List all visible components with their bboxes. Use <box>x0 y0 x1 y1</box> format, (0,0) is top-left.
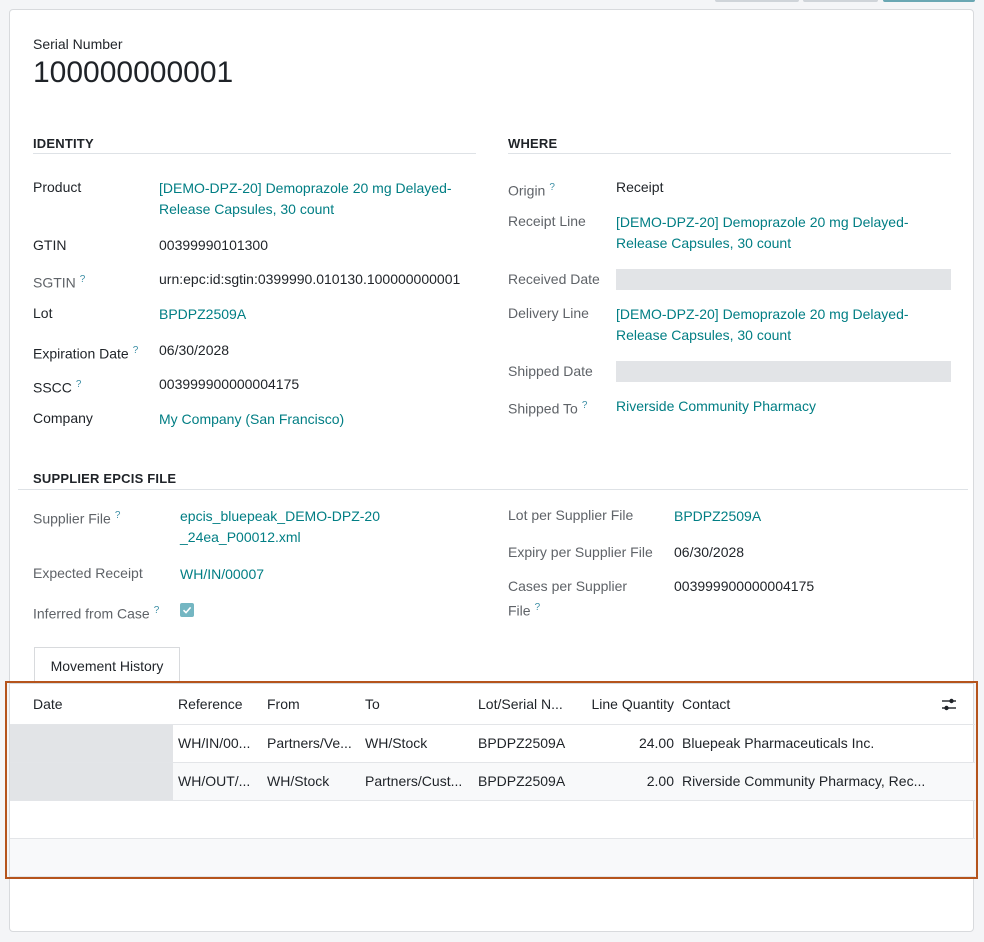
question-mark-icon[interactable]: ? <box>582 400 588 411</box>
product-label: Product <box>33 179 82 195</box>
supplier-file-label-text: Supplier File <box>33 510 111 527</box>
column-header-reference[interactable]: Reference <box>178 684 260 721</box>
sscc-label: SSCC? <box>33 374 81 399</box>
expiration-value: 06/30/2028 <box>159 342 230 358</box>
question-mark-icon[interactable]: ? <box>76 379 82 390</box>
question-mark-icon[interactable]: ? <box>133 345 139 356</box>
shipped-to-value[interactable]: Riverside Community Pharmacy <box>616 396 816 417</box>
row-to: WH/Stock <box>365 735 428 751</box>
record-title[interactable]: 100000000001 <box>33 54 233 92</box>
table-header-row: Date Reference From To Lot/Serial N... L… <box>10 684 975 725</box>
supplier-file-label: Supplier File? <box>33 505 120 530</box>
cases-per-file-value: 003999900000004175 <box>674 578 815 594</box>
record-label: Serial Number <box>33 36 123 52</box>
received-date-label: Received Date <box>508 271 600 287</box>
row-contact: Riverside Community Pharmacy, Rec... <box>682 773 926 789</box>
expiration-label: Expiration Date? <box>33 340 138 365</box>
table-row[interactable]: WH/IN/00... Partners/Ve... WH/Stock BPDP… <box>10 725 975 763</box>
question-mark-icon[interactable]: ? <box>549 182 555 193</box>
sgtin-label-text: SGTIN <box>33 274 76 291</box>
expiration-label-text: Expiration Date <box>33 345 129 362</box>
shipped-to-label: Shipped To? <box>508 395 587 420</box>
question-mark-icon[interactable]: ? <box>115 510 121 521</box>
table-row[interactable]: WH/OUT/... WH/Stock Partners/Cust... BPD… <box>10 763 975 801</box>
form-sheet: Serial Number 100000000001 IDENTITY Prod… <box>9 9 975 932</box>
inferred-label-text: Inferred from Case <box>33 605 150 622</box>
row-lot: BPDPZ2509A <box>478 773 566 789</box>
gtin-value: 00399990101300 <box>159 237 269 253</box>
origin-label-text: Origin <box>508 182 546 199</box>
row-from: WH/Stock <box>267 773 330 789</box>
toolbar-button-b[interactable] <box>803 0 878 2</box>
sgtin-label: SGTIN? <box>33 269 85 294</box>
row-reference: WH/OUT/... <box>178 773 251 789</box>
sliders-icon[interactable] <box>942 698 956 714</box>
question-mark-icon[interactable]: ? <box>154 605 160 616</box>
lot-per-file-value[interactable]: BPDPZ2509A <box>674 506 761 527</box>
expiry-per-file-value: 06/30/2028 <box>674 544 745 560</box>
shipped-to-label-text: Shipped To <box>508 400 578 417</box>
gtin-label: GTIN <box>33 237 67 253</box>
product-value[interactable]: [DEMO-DPZ-20] Demoprazole 20 mg Delayed-… <box>159 178 469 220</box>
sscc-value: 003999900000004175 <box>159 376 300 392</box>
origin-value: Receipt <box>616 179 664 195</box>
row-quantity: 2.00 <box>646 773 674 789</box>
origin-label: Origin? <box>508 177 555 202</box>
cases-per-file-label-text: Cases per Supplier File <box>508 578 628 619</box>
where-section-title: WHERE <box>508 136 558 151</box>
where-divider <box>508 153 951 154</box>
column-header-lot[interactable]: Lot/Serial N... <box>478 684 574 721</box>
column-header-from[interactable]: From <box>267 684 357 721</box>
question-mark-icon[interactable]: ? <box>535 602 541 613</box>
delivery-line-value[interactable]: [DEMO-DPZ-20] Demoprazole 20 mg Delayed-… <box>616 304 936 346</box>
received-date-field[interactable] <box>616 269 951 290</box>
tab-movement-history[interactable]: Movement History <box>34 647 180 684</box>
row-contact: Bluepeak Pharmaceuticals Inc. <box>682 735 875 751</box>
identity-section-title: IDENTITY <box>33 136 94 151</box>
expiry-per-file-label: Expiry per Supplier File <box>508 544 653 560</box>
column-header-to[interactable]: To <box>365 684 465 721</box>
question-mark-icon[interactable]: ? <box>80 274 86 285</box>
sgtin-value: urn:epc:id:sgtin:0399990.010130.10000000… <box>159 271 461 287</box>
receipt-line-value[interactable]: [DEMO-DPZ-20] Demoprazole 20 mg Delayed-… <box>616 212 936 254</box>
row-quantity: 24.00 <box>638 735 674 751</box>
supplier-section-title: SUPPLIER EPCIS FILE <box>33 471 177 486</box>
toolbar-button-a[interactable] <box>715 0 799 2</box>
sscc-label-text: SSCC <box>33 379 72 396</box>
lot-value[interactable]: BPDPZ2509A <box>159 304 246 325</box>
row-from: Partners/Ve... <box>267 735 352 751</box>
supplier-file-value[interactable]: epcis_bluepeak_DEMO-DPZ-20_24ea_P00012.x… <box>180 506 385 548</box>
company-label: Company <box>33 410 93 426</box>
inferred-label: Inferred from Case? <box>33 600 159 625</box>
inferred-checkbox[interactable] <box>180 603 194 617</box>
cases-per-file-label: Cases per Supplier File? <box>508 576 648 622</box>
row-date-empty[interactable] <box>10 725 173 762</box>
expected-receipt-value[interactable]: WH/IN/00007 <box>180 564 264 585</box>
shipped-date-field[interactable] <box>616 361 951 382</box>
row-reference: WH/IN/00... <box>178 735 251 751</box>
shipped-date-label: Shipped Date <box>508 363 593 379</box>
toolbar-button-primary[interactable] <box>883 0 975 2</box>
lot-per-file-label: Lot per Supplier File <box>508 507 634 523</box>
table-footer-row <box>10 839 975 877</box>
column-header-date[interactable]: Date <box>33 684 163 721</box>
column-header-contact[interactable]: Contact <box>682 684 932 721</box>
table-empty-row <box>10 801 975 839</box>
row-to: Partners/Cust... <box>365 773 463 789</box>
receipt-line-label: Receipt Line <box>508 213 586 229</box>
identity-divider <box>33 153 476 154</box>
company-value[interactable]: My Company (San Francisco) <box>159 409 344 430</box>
check-icon <box>182 606 192 614</box>
supplier-divider <box>18 489 968 490</box>
lot-label: Lot <box>33 305 53 321</box>
row-lot: BPDPZ2509A <box>478 735 566 751</box>
expected-receipt-label: Expected Receipt <box>33 565 143 581</box>
row-date-empty[interactable] <box>10 763 173 800</box>
column-header-quantity[interactable]: Line Quantity <box>582 684 675 721</box>
delivery-line-label: Delivery Line <box>508 305 589 321</box>
